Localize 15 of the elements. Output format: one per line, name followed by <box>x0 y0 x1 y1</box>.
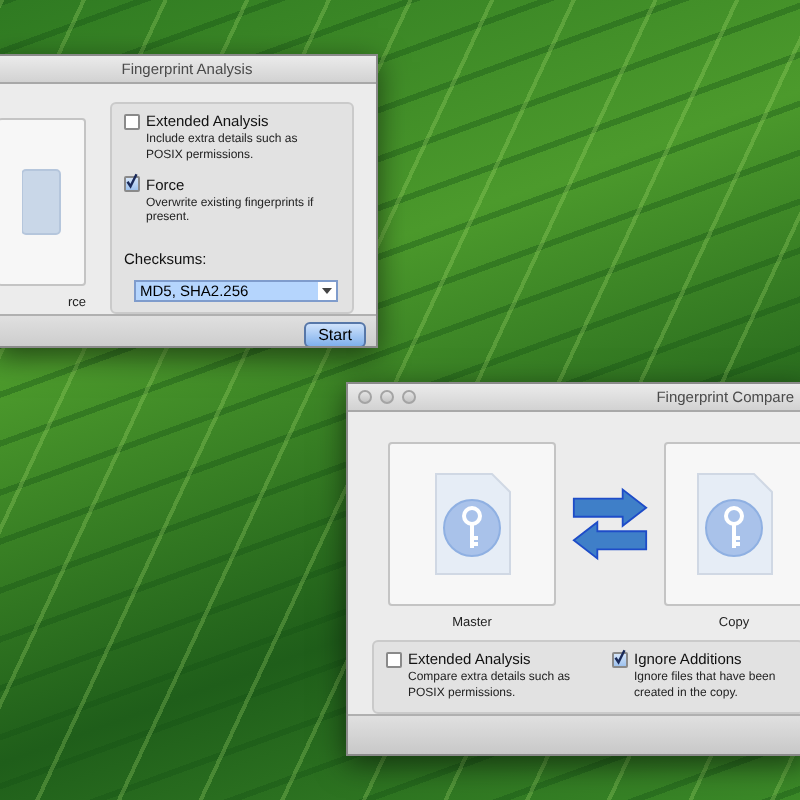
zoom-button[interactable] <box>402 390 416 404</box>
folder-icon <box>21 166 61 238</box>
drop-area[interactable] <box>0 118 86 286</box>
checkbox[interactable] <box>612 651 628 667</box>
close-button[interactable] <box>358 390 372 404</box>
copy-drop-area[interactable] <box>664 442 800 606</box>
key-document-icon <box>432 472 512 576</box>
master-drop-area[interactable] <box>388 442 556 606</box>
checkbox[interactable] <box>124 113 140 129</box>
swap-arrows-icon <box>572 484 648 564</box>
start-button[interactable]: Start <box>304 322 366 346</box>
checkbox[interactable] <box>386 651 402 667</box>
key-document-icon <box>694 472 774 576</box>
checkbox[interactable] <box>124 176 140 193</box>
minimize-button[interactable] <box>380 390 394 404</box>
